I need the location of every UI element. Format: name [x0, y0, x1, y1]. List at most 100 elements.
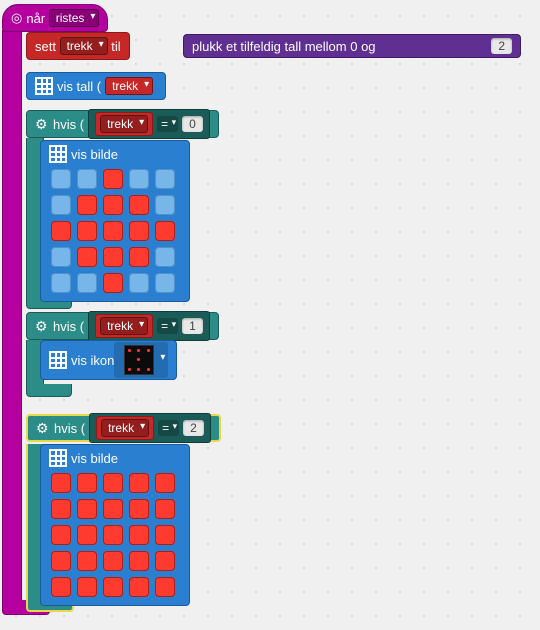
led-cell[interactable] [77, 473, 97, 493]
led-cell[interactable] [103, 551, 123, 571]
grid-icon [49, 449, 67, 467]
show-image-block-2[interactable]: vis bilde [40, 444, 190, 606]
led-cell[interactable] [77, 551, 97, 571]
led-cell[interactable] [155, 473, 175, 493]
show-image-label: vis bilde [71, 451, 118, 466]
pick-random-block[interactable]: plukk et tilfeldig tall mellom 0 og 2 [183, 34, 521, 58]
compare-block-3[interactable]: trekk = 2 [89, 413, 211, 443]
if-block-2[interactable]: ⚙ hvis ( trekk = 1 [26, 312, 219, 340]
if1-op-dropdown[interactable]: = [157, 116, 178, 132]
led-cell[interactable] [155, 169, 175, 189]
led-cell[interactable] [129, 169, 149, 189]
show-image-block-1[interactable]: vis bilde [40, 140, 190, 302]
led-cell[interactable] [77, 195, 97, 215]
gear-icon[interactable]: ⚙ [36, 421, 50, 435]
led-cell[interactable] [103, 195, 123, 215]
compare-block-1[interactable]: trekk = 0 [88, 109, 210, 139]
led-cell[interactable] [129, 473, 149, 493]
led-grid-1[interactable] [51, 169, 175, 293]
set-variable-dropdown[interactable]: trekk [60, 37, 108, 55]
random-max-field[interactable]: 2 [491, 38, 512, 54]
event-label: når [26, 11, 45, 26]
show-icon-label: vis ikon [71, 353, 114, 368]
led-cell[interactable] [155, 525, 175, 545]
show-number-var-dropdown[interactable]: trekk [105, 77, 153, 95]
if2-value-field[interactable]: 1 [182, 318, 203, 334]
random-label: plukk et tilfeldig tall mellom 0 og [192, 39, 376, 54]
led-cell[interactable] [77, 273, 97, 293]
led-cell[interactable] [77, 525, 97, 545]
grid-icon [49, 351, 67, 369]
grid-icon [49, 145, 67, 163]
led-cell[interactable] [103, 473, 123, 493]
led-cell[interactable] [77, 577, 97, 597]
if2-foot [26, 384, 72, 397]
if-label: hvis [53, 117, 76, 132]
led-cell[interactable] [77, 499, 97, 519]
led-cell[interactable] [77, 247, 97, 267]
set-label: sett [35, 39, 56, 54]
if-block-1[interactable]: ⚙ hvis ( trekk = 0 [26, 110, 219, 138]
if3-value-field[interactable]: 2 [183, 420, 204, 436]
led-cell[interactable] [155, 551, 175, 571]
grid-icon [35, 77, 53, 95]
set-to-label: til [111, 39, 120, 54]
led-cell[interactable] [51, 525, 71, 545]
led-cell[interactable] [103, 221, 123, 241]
led-cell[interactable] [51, 499, 71, 519]
led-cell[interactable] [51, 195, 71, 215]
led-cell[interactable] [129, 195, 149, 215]
led-cell[interactable] [155, 221, 175, 241]
led-cell[interactable] [129, 551, 149, 571]
led-cell[interactable] [155, 247, 175, 267]
led-cell[interactable] [103, 577, 123, 597]
led-cell[interactable] [51, 551, 71, 571]
led-cell[interactable] [129, 273, 149, 293]
led-cell[interactable] [103, 525, 123, 545]
led-cell[interactable] [77, 169, 97, 189]
if2-op-dropdown[interactable]: = [157, 318, 178, 334]
led-cell[interactable] [51, 247, 71, 267]
if-block-3[interactable]: ⚙ hvis ( trekk = 2 [26, 414, 221, 442]
show-image-label: vis bilde [71, 147, 118, 162]
if1-value-field[interactable]: 0 [182, 116, 203, 132]
if3-var-dropdown[interactable]: trekk [101, 419, 149, 437]
icon-dropdown[interactable] [114, 342, 168, 378]
led-cell[interactable] [129, 525, 149, 545]
led-grid-2[interactable] [51, 473, 175, 597]
set-variable-block[interactable]: sett trekk til [26, 32, 130, 60]
led-cell[interactable] [155, 499, 175, 519]
target-icon: ◎ [11, 10, 22, 26]
gesture-dropdown[interactable]: ristes [49, 9, 100, 27]
if2-var-dropdown[interactable]: trekk [100, 317, 148, 335]
led-cell[interactable] [103, 273, 123, 293]
gear-icon[interactable]: ⚙ [35, 319, 49, 333]
if-label: hvis [54, 421, 77, 436]
led-cell[interactable] [51, 169, 71, 189]
on-gesture-block[interactable]: ◎ når ristes [2, 4, 108, 32]
led-cell[interactable] [51, 577, 71, 597]
led-cell[interactable] [103, 169, 123, 189]
gear-icon[interactable]: ⚙ [35, 117, 49, 131]
led-cell[interactable] [155, 195, 175, 215]
if1-var-dropdown[interactable]: trekk [100, 115, 148, 133]
led-cell[interactable] [77, 221, 97, 241]
led-cell[interactable] [103, 247, 123, 267]
led-cell[interactable] [103, 499, 123, 519]
chessboard-icon [124, 345, 154, 375]
event-c-spine [2, 30, 22, 605]
led-cell[interactable] [129, 577, 149, 597]
led-cell[interactable] [129, 247, 149, 267]
led-cell[interactable] [51, 473, 71, 493]
if-label: hvis [53, 319, 76, 334]
led-cell[interactable] [51, 221, 71, 241]
led-cell[interactable] [155, 273, 175, 293]
if3-op-dropdown[interactable]: = [158, 420, 179, 436]
led-cell[interactable] [129, 221, 149, 241]
compare-block-2[interactable]: trekk = 1 [88, 311, 210, 341]
show-number-block[interactable]: vis tall ( trekk [26, 72, 166, 100]
led-cell[interactable] [129, 499, 149, 519]
led-cell[interactable] [51, 273, 71, 293]
led-cell[interactable] [155, 577, 175, 597]
show-icon-block[interactable]: vis ikon [40, 340, 177, 380]
